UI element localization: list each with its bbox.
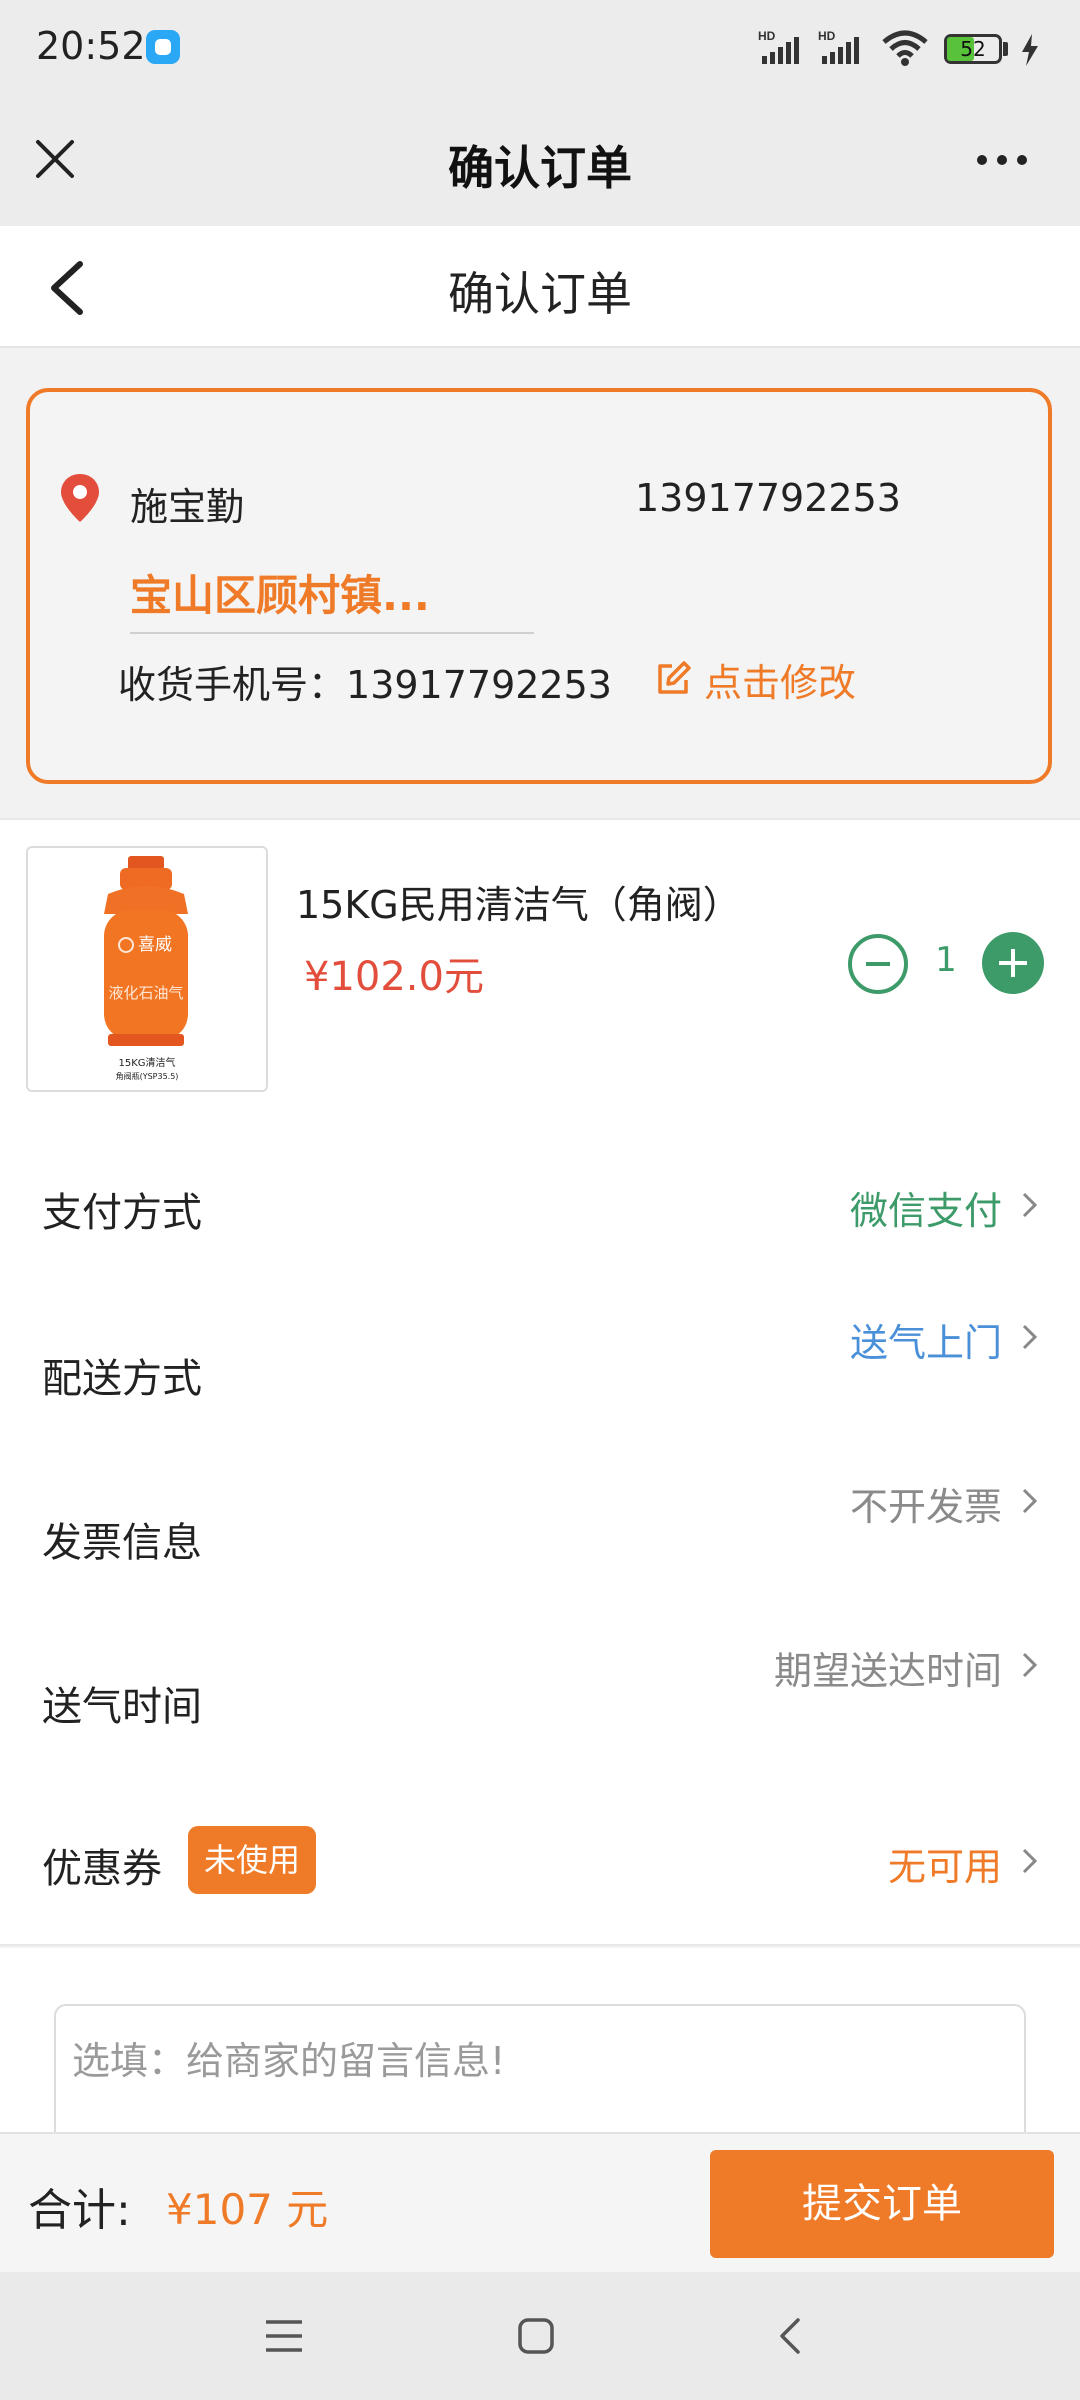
notification-app-icon xyxy=(146,30,180,64)
chevron-right-icon xyxy=(1022,1488,1038,1514)
product-price: ¥102.0元 xyxy=(304,954,484,1000)
coupon-label: 优惠券 xyxy=(42,1846,162,1892)
total-amount: ¥107 元 xyxy=(166,2185,329,2234)
page-header: 确认订单 xyxy=(0,226,1080,348)
payment-method-row[interactable]: 支付方式 微信支付 xyxy=(0,1124,1080,1290)
edit-address-button[interactable]: 点击修改 xyxy=(654,654,857,705)
signal-label-2: HD xyxy=(818,29,836,43)
total-label: 合计: xyxy=(28,2185,131,2236)
cylinder-caption-1: 15KG清洁气 xyxy=(118,1056,175,1069)
home-icon[interactable] xyxy=(516,2316,556,2356)
system-nav-bar xyxy=(0,2272,1080,2400)
cylinder-brand: 喜威 xyxy=(138,935,172,955)
topbar-title: 确认订单 xyxy=(448,141,632,195)
address-card[interactable]: 施宝勤 13917792253 宝山区顾村镇... 收货手机号：13917792… xyxy=(26,388,1052,784)
cylinder-body-text: 液化石油气 xyxy=(108,984,183,1002)
location-pin-icon xyxy=(61,474,99,522)
back-nav-icon[interactable] xyxy=(772,2316,812,2356)
charging-icon xyxy=(1022,34,1038,66)
status-bar: 20:52 HD HD 52 xyxy=(0,0,1080,96)
coupon-row[interactable]: 优惠券 未使用 无可用 xyxy=(0,1780,1080,1946)
delivery-method-label: 配送方式 xyxy=(42,1356,202,1402)
battery-percent: 52 xyxy=(960,37,986,61)
chevron-right-icon xyxy=(1022,1652,1038,1678)
coupon-status-badge: 未使用 xyxy=(188,1826,317,1894)
quantity-plus-button[interactable] xyxy=(982,932,1044,994)
signal-label: HD xyxy=(758,29,776,43)
menu-icon[interactable] xyxy=(264,2316,304,2356)
checkout-bar: 合计: ¥107 元 提交订单 xyxy=(0,2132,1080,2272)
coupon-value: 无可用 xyxy=(887,1845,1002,1889)
invoice-info-value: 不开发票 xyxy=(849,1485,1002,1529)
edit-address-label: 点击修改 xyxy=(704,660,857,705)
invoice-info-row[interactable]: 发票信息 不开发票 xyxy=(0,1452,1080,1618)
receiver-phone-label: 收货手机号： xyxy=(118,663,347,707)
invoice-info-label: 发票信息 xyxy=(42,1520,202,1566)
miniprogram-topbar: 确认订单 xyxy=(0,96,1080,226)
quantity-minus-button[interactable] xyxy=(848,934,908,994)
battery-cap xyxy=(1003,42,1008,56)
signal-icon-2: HD xyxy=(818,29,859,64)
delivery-time-row[interactable]: 送气时间 期望送达时间 xyxy=(0,1616,1080,1782)
chevron-right-icon xyxy=(1022,1192,1038,1218)
payment-method-value: 微信支付 xyxy=(849,1189,1002,1233)
message-section: 选填：给商家的留言信息! xyxy=(0,1948,1080,2164)
receiver-phone-line: 收货手机号：13917792253 xyxy=(118,654,612,709)
message-placeholder: 选填：给商家的留言信息! xyxy=(72,2039,506,2083)
delivery-time-value: 期望送达时间 xyxy=(773,1649,1002,1693)
page-title: 确认订单 xyxy=(448,267,632,321)
more-icon[interactable] xyxy=(976,154,1028,166)
battery-icon: 52 xyxy=(944,34,1002,64)
product-name: 15KG民用清洁气（角阀） xyxy=(296,883,741,927)
payment-method-label: 支付方式 xyxy=(42,1190,202,1236)
status-time: 20:52 xyxy=(36,24,146,68)
wifi-icon xyxy=(882,30,928,66)
edit-icon xyxy=(658,661,691,694)
delivery-time-label: 送气时间 xyxy=(42,1684,202,1730)
delivery-address: 宝山区顾村镇... xyxy=(130,571,430,620)
submit-order-button[interactable]: 提交订单 xyxy=(710,2150,1054,2258)
recipient-name: 施宝勤 xyxy=(130,485,245,529)
delivery-method-value: 送气上门 xyxy=(849,1321,1002,1365)
delivery-method-row[interactable]: 配送方式 送气上门 xyxy=(0,1288,1080,1454)
signal-icon: HD xyxy=(758,29,799,64)
receiver-phone-value: 13917792253 xyxy=(346,663,612,707)
cylinder-caption-2: 角阀瓶(YSP35.5) xyxy=(116,1071,179,1081)
product-image: 喜威 液化石油气 15KG清洁气 角阀瓶(YSP35.5) xyxy=(26,846,268,1092)
address-divider xyxy=(130,632,534,634)
quantity-value: 1 xyxy=(935,940,957,980)
gas-cylinder-image: 喜威 液化石油气 15KG清洁气 角阀瓶(YSP35.5) xyxy=(104,856,188,1081)
chevron-right-icon xyxy=(1022,1848,1038,1874)
product-item: 喜威 液化石油气 15KG清洁气 角阀瓶(YSP35.5) 15KG民用清洁气（… xyxy=(0,818,1080,1126)
chevron-right-icon xyxy=(1022,1324,1038,1350)
recipient-phone: 13917792253 xyxy=(635,476,901,520)
